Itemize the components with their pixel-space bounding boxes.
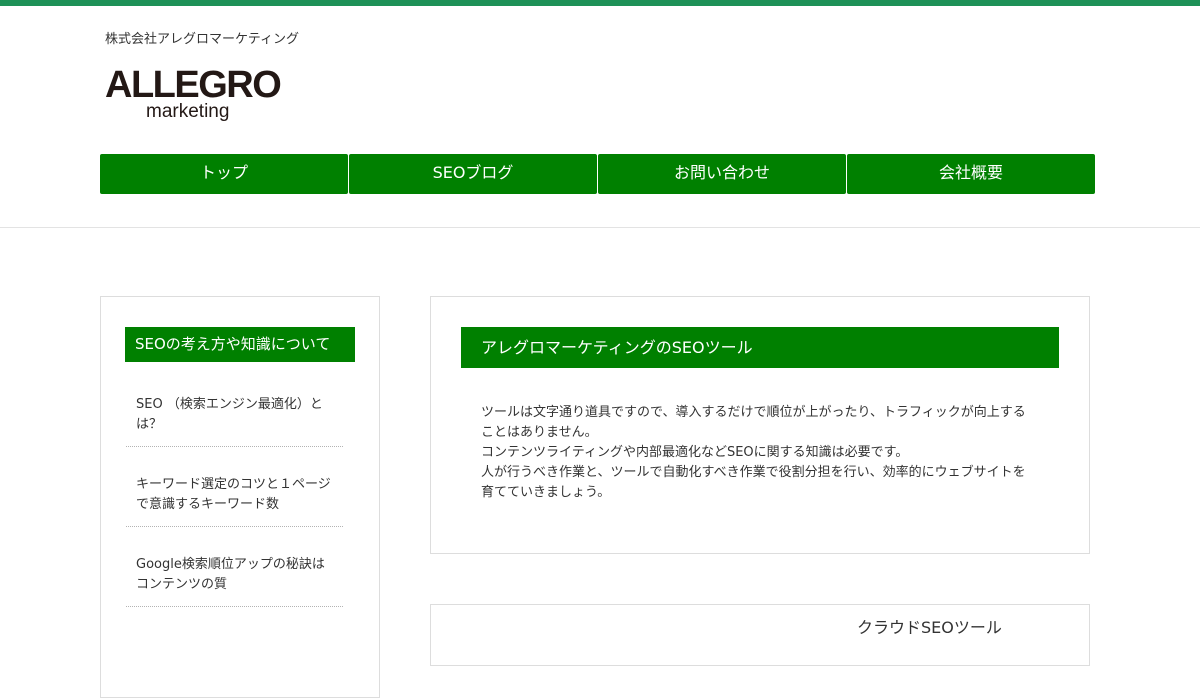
sidebar-item-keyword[interactable]: キーワード選定のコツと１ページで意識するキーワード数 bbox=[126, 475, 343, 527]
header-divider bbox=[0, 227, 1200, 228]
sidebar-heading: SEOの考え方や知識について bbox=[125, 327, 355, 362]
seo-tool-heading: アレグロマーケティングのSEOツール bbox=[461, 327, 1059, 368]
sidebar-item-seo-intro[interactable]: SEO （検索エンジン最適化）とは？ bbox=[126, 395, 343, 447]
global-nav: トップ SEOブログ お問い合わせ 会社概要 bbox=[100, 154, 1096, 194]
cloud-seo-tool-card: クラウドSEOツール bbox=[430, 604, 1090, 666]
company-name: 株式会社アレグロマーケティング bbox=[105, 32, 299, 47]
seo-tool-description: ツールは文字通り道具ですので、導入するだけで順位が上がったり、トラフィックが向上… bbox=[481, 403, 1036, 503]
seo-tool-card: アレグロマーケティングのSEOツール ツールは文字通り道具ですので、導入するだけ… bbox=[430, 296, 1090, 554]
site-logo[interactable]: ALLEGRO marketing bbox=[105, 64, 282, 128]
nav-item-top[interactable]: トップ bbox=[100, 154, 348, 194]
sidebar-item-google-ranking[interactable]: Google検索順位アップの秘訣はコンテンツの質 bbox=[126, 555, 343, 607]
description-paragraph: コンテンツライティングや内部最適化などSEOに関する知識は必要です。 bbox=[481, 445, 909, 460]
description-paragraph: ツールは文字通り道具ですので、導入するだけで順位が上がったり、トラフィックが向上… bbox=[481, 405, 1026, 440]
nav-item-contact[interactable]: お問い合わせ bbox=[598, 154, 846, 194]
top-accent-bar bbox=[0, 0, 1200, 6]
description-paragraph: 人が行うべき作業と、ツールで自動化すべき作業で役割分担を行い、効率的にウェブサイ… bbox=[481, 465, 1026, 500]
logo-sub-text: marketing bbox=[146, 101, 230, 122]
nav-item-company[interactable]: 会社概要 bbox=[847, 154, 1095, 194]
nav-item-seo-blog[interactable]: SEOブログ bbox=[349, 154, 597, 194]
cloud-seo-tool-heading: クラウドSEOツール bbox=[857, 618, 1002, 637]
sidebar: SEOの考え方や知識について SEO （検索エンジン最適化）とは？ キーワード選… bbox=[100, 296, 380, 698]
